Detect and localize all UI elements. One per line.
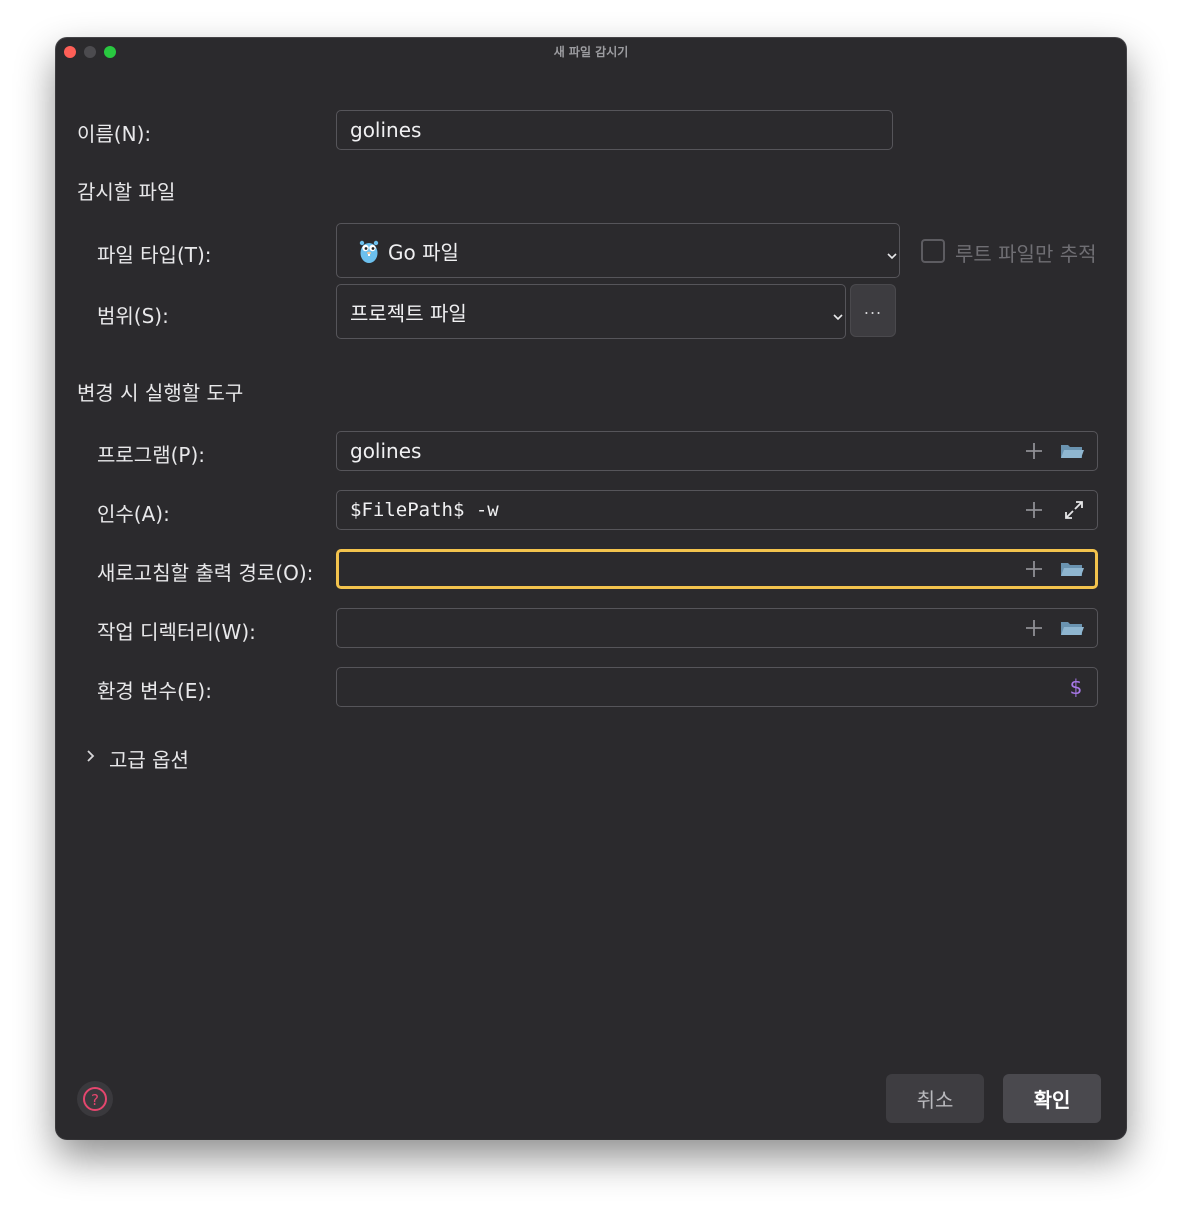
env-vars-label: 환경 변수(E): [97, 679, 212, 703]
expand-icon[interactable] [1063, 499, 1085, 521]
file-type-label: 파일 타입(T): [97, 243, 212, 267]
dollar-icon[interactable]: $ [1067, 676, 1085, 698]
scope-more-label: ... [863, 299, 883, 318]
file-type-select[interactable]: Go 파일 [336, 223, 900, 278]
folder-icon[interactable] [1059, 617, 1085, 639]
working-dir-field[interactable] [336, 608, 1098, 648]
scope-value: 프로젝트 파일 [350, 301, 467, 325]
plus-icon[interactable] [1023, 558, 1045, 580]
advanced-options-toggle[interactable]: 고급 옵션 [109, 744, 189, 773]
file-type-value: Go 파일 [388, 240, 459, 264]
svg-text:$: $ [1070, 676, 1083, 698]
plus-icon[interactable] [1023, 617, 1045, 639]
cancel-button[interactable]: 취소 [886, 1074, 984, 1123]
chevron-down-icon [831, 307, 845, 320]
tool-section-title: 변경 시 실행할 도구 [77, 381, 244, 405]
help-icon: ? [83, 1087, 107, 1111]
output-paths-field[interactable] [336, 549, 1098, 589]
title-bar: 새 파일 감시기 [56, 38, 1126, 66]
name-field[interactable]: golines [336, 110, 893, 150]
scope-more-button[interactable]: ... [850, 284, 896, 337]
name-label: 이름(N): [77, 122, 152, 146]
scope-label: 범위(S): [97, 304, 169, 328]
folder-icon[interactable] [1059, 558, 1085, 580]
env-vars-field[interactable]: $ [336, 667, 1098, 707]
program-field[interactable]: golines [336, 431, 1098, 471]
output-paths-label: 새로고침할 출력 경로(O): [97, 561, 314, 585]
plus-icon[interactable] [1023, 499, 1045, 521]
ok-button[interactable]: 확인 [1003, 1074, 1101, 1123]
folder-icon[interactable] [1059, 440, 1085, 462]
name-value: golines [350, 118, 422, 142]
arguments-label: 인수(A): [97, 502, 170, 526]
chevron-right-icon[interactable] [84, 746, 98, 766]
window-title: 새 파일 감시기 [553, 45, 629, 59]
svg-text:?: ? [91, 1091, 99, 1109]
root-only-checkbox[interactable] [921, 239, 945, 263]
root-only-label: 루트 파일만 추적 [955, 242, 1097, 266]
scope-select[interactable]: 프로젝트 파일 [336, 284, 846, 339]
watch-section-title: 감시할 파일 [77, 180, 176, 204]
plus-icon[interactable] [1023, 440, 1045, 462]
arguments-field[interactable]: $FilePath$ -w [336, 490, 1098, 530]
go-gopher-icon [357, 238, 381, 264]
new-file-watcher-dialog: 새 파일 감시기 이름(N): golines 감시할 파일 파일 타입(T):… [56, 38, 1126, 1139]
program-label: 프로그램(P): [97, 443, 206, 467]
arguments-value: $FilePath$ -w [350, 499, 499, 521]
help-button[interactable]: ? [77, 1081, 113, 1117]
working-dir-label: 작업 디렉터리(W): [97, 620, 256, 644]
program-value: golines [350, 439, 422, 463]
chevron-down-icon [885, 246, 899, 259]
